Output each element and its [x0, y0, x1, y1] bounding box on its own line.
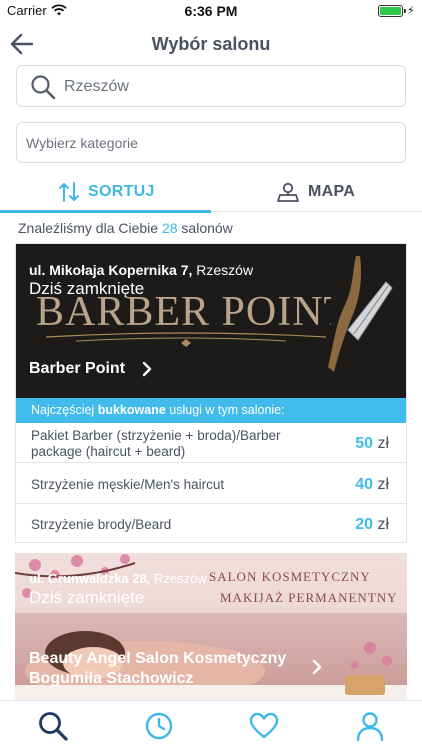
search-icon[interactable] — [37, 710, 69, 742]
map-pin-icon — [277, 182, 299, 202]
services-header-prefix: Najczęściej — [31, 403, 95, 417]
services-header-bold: bukkowane — [97, 403, 166, 417]
clock-icon[interactable] — [143, 710, 175, 742]
chevron-right-icon — [312, 659, 322, 675]
service-name-line2: package (haircut + beard) — [31, 444, 186, 459]
service-row[interactable]: Pakiet Barber (strzyżenie + broda)/Barbe… — [16, 423, 406, 463]
search-input[interactable]: Rzeszów — [16, 65, 406, 107]
salon-street: ul. Mikołaja Kopernika 7, — [29, 262, 193, 278]
category-placeholder: Wybierz kategorie — [26, 135, 138, 151]
service-row[interactable]: Strzyżenie męskie/Men's haircut 40 zł — [16, 464, 406, 504]
price-amount: 40 — [355, 476, 373, 493]
results-count: Znaleźliśmy dla Ciebie 28 salonów — [18, 220, 233, 236]
salon-name: Beauty Angel Salon Kosmetyczny Bogumiła … — [29, 650, 287, 687]
salon-card[interactable]: ul. Grunwaldzka 28, Rzeszów Dziś zamknię… — [15, 553, 407, 700]
battery-icon: ⚡ — [378, 5, 415, 17]
results-prefix: Znaleźliśmy dla Ciebie — [18, 220, 159, 236]
service-name-line1: Strzyżenie brody/Beard — [31, 517, 172, 532]
razor-icon — [328, 256, 393, 372]
search-icon — [31, 75, 56, 100]
salon-address: ul. Grunwaldzka 28, Rzeszów — [29, 571, 207, 586]
price-amount: 50 — [355, 435, 373, 452]
salon-city: Rzeszów — [196, 262, 254, 278]
services-header-suffix: usługi w tym salonie: — [169, 403, 285, 417]
tab-map-label: MAPA — [308, 183, 356, 200]
results-suffix: salonów — [181, 220, 233, 236]
page-title: Wybór salonu — [151, 34, 271, 54]
tab-sort-label: SORTUJ — [88, 183, 155, 200]
user-icon[interactable] — [354, 710, 386, 742]
salon-opening-status: Dziś zamknięte — [29, 588, 145, 607]
service-price: 50 zł — [355, 435, 389, 453]
service-name: Strzyżenie męskie/Men's haircut — [31, 477, 224, 493]
navigation-bar: Wybór salonu — [0, 22, 422, 66]
salon-name: Barber Point — [29, 360, 126, 377]
tab-bar-top: SORTUJ MAPA — [0, 172, 422, 213]
chevron-right-icon — [142, 361, 152, 377]
status-time: 6:36 PM — [184, 3, 238, 19]
status-bar: Carrier 6:36 PM ⚡ — [0, 0, 422, 22]
service-row[interactable]: Strzyżenie brody/Beard 20 zł — [16, 504, 406, 544]
salon-card: ul. Mikołaja Kopernika 7, Rzeszów Dziś z… — [15, 243, 407, 543]
search-value: Rzeszów — [64, 78, 129, 95]
price-currency: zł — [377, 516, 389, 533]
service-price: 40 zł — [355, 476, 389, 494]
service-price: 20 zł — [355, 516, 389, 534]
bottom-tab-bar — [0, 700, 422, 750]
salon-city: Rzeszów — [154, 571, 207, 586]
sort-arrows-icon — [59, 182, 79, 202]
category-select[interactable]: Wybierz kategorie — [16, 122, 406, 163]
salon-address: ul. Mikołaja Kopernika 7, Rzeszów — [29, 262, 253, 278]
logo-text: BARBER POINT — [36, 289, 331, 335]
price-currency: zł — [377, 476, 389, 493]
popular-services-header: Najczęściej bukkowane usługi w tym salon… — [16, 398, 406, 423]
service-name-line1: Pakiet Barber (strzyżenie + broda)/Barbe… — [31, 428, 281, 443]
results-number: 28 — [161, 220, 178, 236]
price-amount: 20 — [355, 516, 373, 533]
tab-sort[interactable]: SORTUJ — [0, 172, 211, 213]
salon-banner[interactable]: ul. Mikołaja Kopernika 7, Rzeszów Dziś z… — [16, 244, 406, 398]
active-tab-indicator — [0, 210, 211, 213]
tab-map[interactable]: MAPA — [211, 172, 422, 212]
service-name-line1: Strzyżenie męskie/Men's haircut — [31, 477, 225, 492]
heart-icon[interactable] — [248, 710, 280, 742]
salon-sign-line2: MAKIJAŻ PERMANENTNY — [220, 590, 398, 605]
service-name: Pakiet Barber (strzyżenie + broda)/Barbe… — [31, 428, 281, 460]
service-name: Strzyżenie brody/Beard — [31, 517, 171, 533]
price-currency: zł — [377, 435, 389, 452]
salon-sign-line1: SALON KOSMETYCZNY — [209, 569, 371, 584]
salon-street: ul. Grunwaldzka 28, — [29, 571, 151, 586]
barber-point-logo: BARBER POINT — [36, 289, 331, 347]
